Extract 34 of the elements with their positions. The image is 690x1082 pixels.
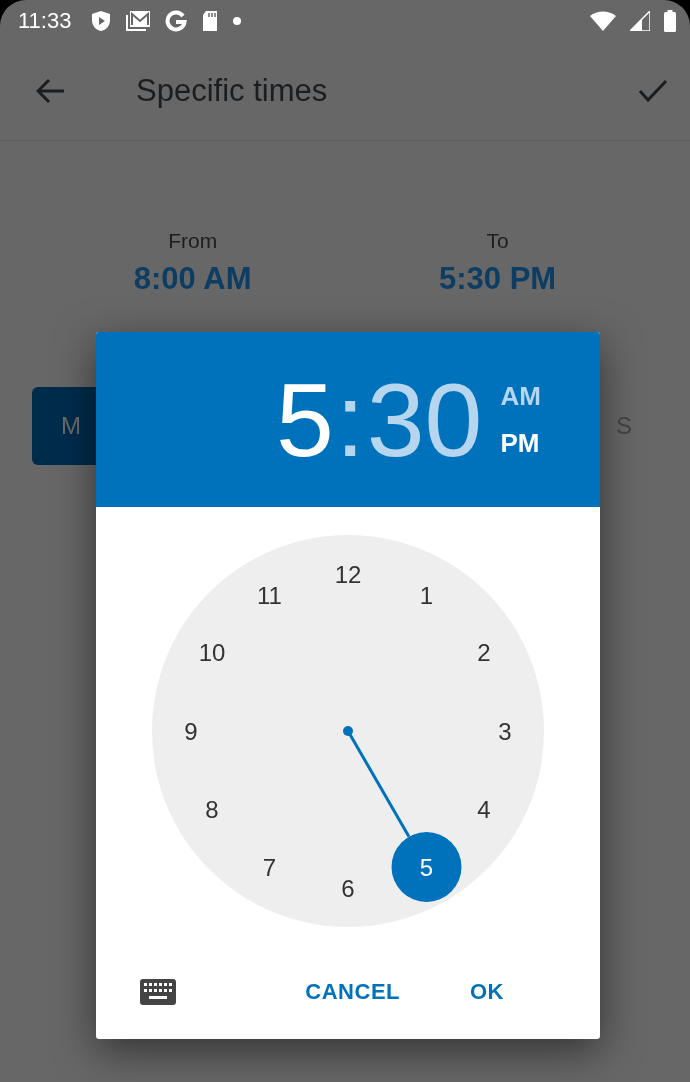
range-label: From [168,229,218,253]
clock-number[interactable]: 4 [477,796,491,824]
clock-number[interactable]: 2 [477,639,491,667]
clock-number[interactable]: 9 [184,717,198,745]
clock-face[interactable] [152,535,544,927]
clock-number[interactable]: 3 [498,717,512,745]
status-time: 11:33 [18,8,72,34]
clock-number[interactable]: 11 [257,581,282,609]
mail-icon [125,10,152,32]
clock-number[interactable]: 10 [198,639,226,667]
dot-icon [233,17,242,25]
clock-number[interactable]: 7 [262,853,277,881]
battery-icon [664,10,676,32]
g-logo-icon [165,10,188,32]
ok-button[interactable]: OK [458,969,516,1015]
clock-number[interactable]: 6 [341,874,355,902]
keyboard-icon[interactable] [140,979,176,1005]
clock-number[interactable]: 5 [419,853,434,881]
screen-title: Specific times [136,73,329,109]
time-separator: : [335,367,365,472]
back-arrow-icon[interactable] [36,78,66,104]
cancel-button[interactable]: CANCEL [293,969,412,1015]
shield-play-icon [91,10,112,32]
hour-display[interactable]: 5 [276,367,334,472]
sd-card-icon [201,10,220,32]
clock-number[interactable]: 1 [419,581,434,609]
wifi-icon [590,11,616,31]
signal-icon [630,11,650,31]
range-label: To [486,229,509,253]
clock-number[interactable]: 12 [334,560,362,588]
clock-hand[interactable] [343,726,462,902]
checkmark-icon[interactable] [638,79,668,103]
period-option[interactable]: PM [500,427,541,459]
clock-number[interactable]: 8 [205,796,219,824]
